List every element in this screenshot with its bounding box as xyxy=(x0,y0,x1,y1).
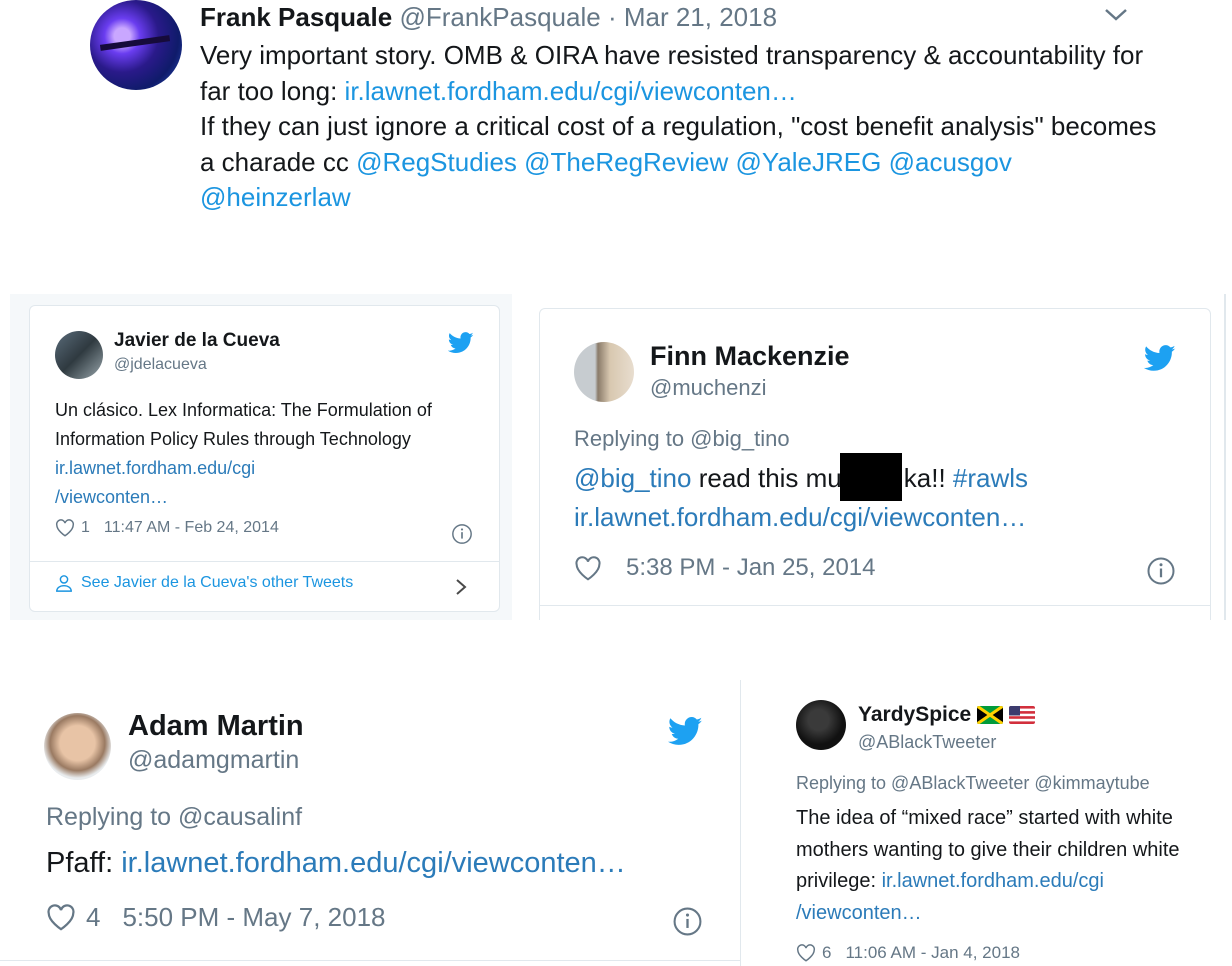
tweet-link[interactable]: ir.lawnet.fordham.edu/cgi xyxy=(55,458,255,478)
author-name[interactable]: Frank Pasquale xyxy=(200,2,392,32)
person-icon xyxy=(56,575,72,592)
like-count: 4 xyxy=(86,902,101,932)
tweet-timestamp[interactable]: 11:06 AM - Jan 4, 2018 xyxy=(845,943,1020,963)
like-count: 1 xyxy=(81,519,90,536)
avatar[interactable] xyxy=(44,713,111,780)
author-handle[interactable]: @ABlackTweeter xyxy=(858,732,996,753)
replying-to[interactable]: Replying to @ABlackTweeter @kimmaytube xyxy=(796,773,1150,794)
embedded-tweet-card: Javier de la Cueva @jdelacueva Un clásic… xyxy=(29,305,500,612)
tweet-text-part: read this mu xyxy=(691,463,842,493)
mention-link[interactable]: @big_tino xyxy=(574,463,691,493)
tweet-footer: 6 11:06 AM - Jan 4, 2018 xyxy=(796,943,1020,963)
divider xyxy=(1224,294,1226,620)
replying-to[interactable]: Replying to @big_tino xyxy=(574,426,790,452)
author-name[interactable]: Adam Martin xyxy=(128,710,304,743)
tweet-text-part: Pfaff: xyxy=(46,847,122,879)
hashtag-link[interactable]: #rawls xyxy=(953,463,1028,493)
mention-link[interactable]: @TheRegReview xyxy=(524,147,728,177)
tweet-link[interactable]: ir.lawnet.fordham.edu/cgi xyxy=(882,870,1104,892)
author-handle[interactable]: @muchenzi xyxy=(650,375,767,401)
tweet-link[interactable]: /viewconten… xyxy=(55,487,168,507)
divider xyxy=(30,561,499,562)
heart-icon[interactable] xyxy=(796,944,816,962)
divider xyxy=(540,605,1210,606)
author-handle[interactable]: @FrankPasquale xyxy=(399,2,600,32)
author-handle[interactable]: @adamgmartin xyxy=(128,746,299,775)
avatar[interactable] xyxy=(90,0,182,90)
author-name-row: YardySpice xyxy=(858,703,1036,727)
chevron-right-icon[interactable] xyxy=(454,578,468,596)
author-handle[interactable]: @jdelacueva xyxy=(114,356,207,374)
us-flag-icon xyxy=(1009,706,1036,724)
twitter-bird-icon[interactable] xyxy=(668,717,703,746)
tweet-footer: 5:38 PM - Jan 25, 2014 xyxy=(574,554,876,582)
redaction-box xyxy=(840,453,902,501)
crop-mask xyxy=(530,620,1230,660)
heart-icon[interactable] xyxy=(46,904,76,931)
like-count: 6 xyxy=(822,943,832,962)
tweet-footer: 1 11:47 AM - Feb 24, 2014 xyxy=(55,519,279,537)
tweet-footer: 4 5:50 PM - May 7, 2018 xyxy=(46,902,386,933)
tweet-text: Un clásico. Lex Informatica: The Formula… xyxy=(55,396,475,512)
twitter-bird-icon[interactable] xyxy=(1144,345,1176,372)
heart-icon[interactable] xyxy=(574,555,602,581)
embedded-tweet-card: Finn Mackenzie @muchenzi Replying to @bi… xyxy=(539,308,1211,640)
author-name[interactable]: YardySpice xyxy=(858,703,971,727)
avatar[interactable] xyxy=(55,331,103,379)
mention-link[interactable]: @YaleJREG xyxy=(736,147,882,177)
tweet-header: Frank Pasquale @FrankPasquale · Mar 21, … xyxy=(200,0,777,34)
tweet-timestamp[interactable]: 5:38 PM - Jan 25, 2014 xyxy=(626,554,876,582)
tweet-text-part: Un clásico. Lex Informatica: The Formula… xyxy=(55,400,432,449)
tweet-text: The idea of “mixed race” started with wh… xyxy=(796,803,1226,929)
author-name[interactable]: Javier de la Cueva xyxy=(114,330,280,352)
divider xyxy=(740,680,741,966)
tweet-timestamp[interactable]: 5:50 PM - May 7, 2018 xyxy=(122,902,385,933)
tweet-link[interactable]: ir.lawnet.fordham.edu/cgi/viewconten… xyxy=(121,847,626,879)
see-other-tweets-link[interactable]: See Javier de la Cueva's other Tweets xyxy=(55,574,353,592)
tweet-text: Very important story. OMB & OIRA have re… xyxy=(200,38,1160,216)
info-icon[interactable] xyxy=(451,523,473,545)
tweet-timestamp[interactable]: 11:47 AM - Feb 24, 2014 xyxy=(104,519,279,537)
tweet-text-part: ka!! xyxy=(903,463,953,493)
tweet-date[interactable]: Mar 21, 2018 xyxy=(624,2,777,32)
tweet-text: Pfaff: ir.lawnet.fordham.edu/cgi/viewcon… xyxy=(46,843,626,883)
avatar[interactable] xyxy=(796,700,846,750)
see-other-tweets-label[interactable]: See Javier de la Cueva's other Tweets xyxy=(81,574,353,592)
info-icon[interactable] xyxy=(1146,556,1176,586)
replying-to[interactable]: Replying to @causalinf xyxy=(46,803,302,832)
mention-link[interactable]: @acusgov xyxy=(889,147,1012,177)
divider xyxy=(0,960,740,961)
mention-link[interactable]: @heinzerlaw xyxy=(200,182,351,212)
avatar[interactable] xyxy=(574,342,634,402)
chevron-down-icon[interactable] xyxy=(1102,4,1130,24)
heart-icon[interactable] xyxy=(55,519,75,537)
twitter-bird-icon[interactable] xyxy=(448,332,474,354)
info-icon[interactable] xyxy=(672,906,703,937)
jamaica-flag-icon xyxy=(977,706,1004,724)
separator: · xyxy=(600,2,624,32)
mention-link[interactable]: @RegStudies xyxy=(356,147,517,177)
tweet-link[interactable]: ir.lawnet.fordham.edu/cgi/viewconten… xyxy=(345,76,797,106)
tweet-link[interactable]: /viewconten… xyxy=(796,902,922,924)
tweet-link[interactable]: ir.lawnet.fordham.edu/cgi/viewconten… xyxy=(574,502,1026,532)
author-name[interactable]: Finn Mackenzie xyxy=(650,341,850,372)
